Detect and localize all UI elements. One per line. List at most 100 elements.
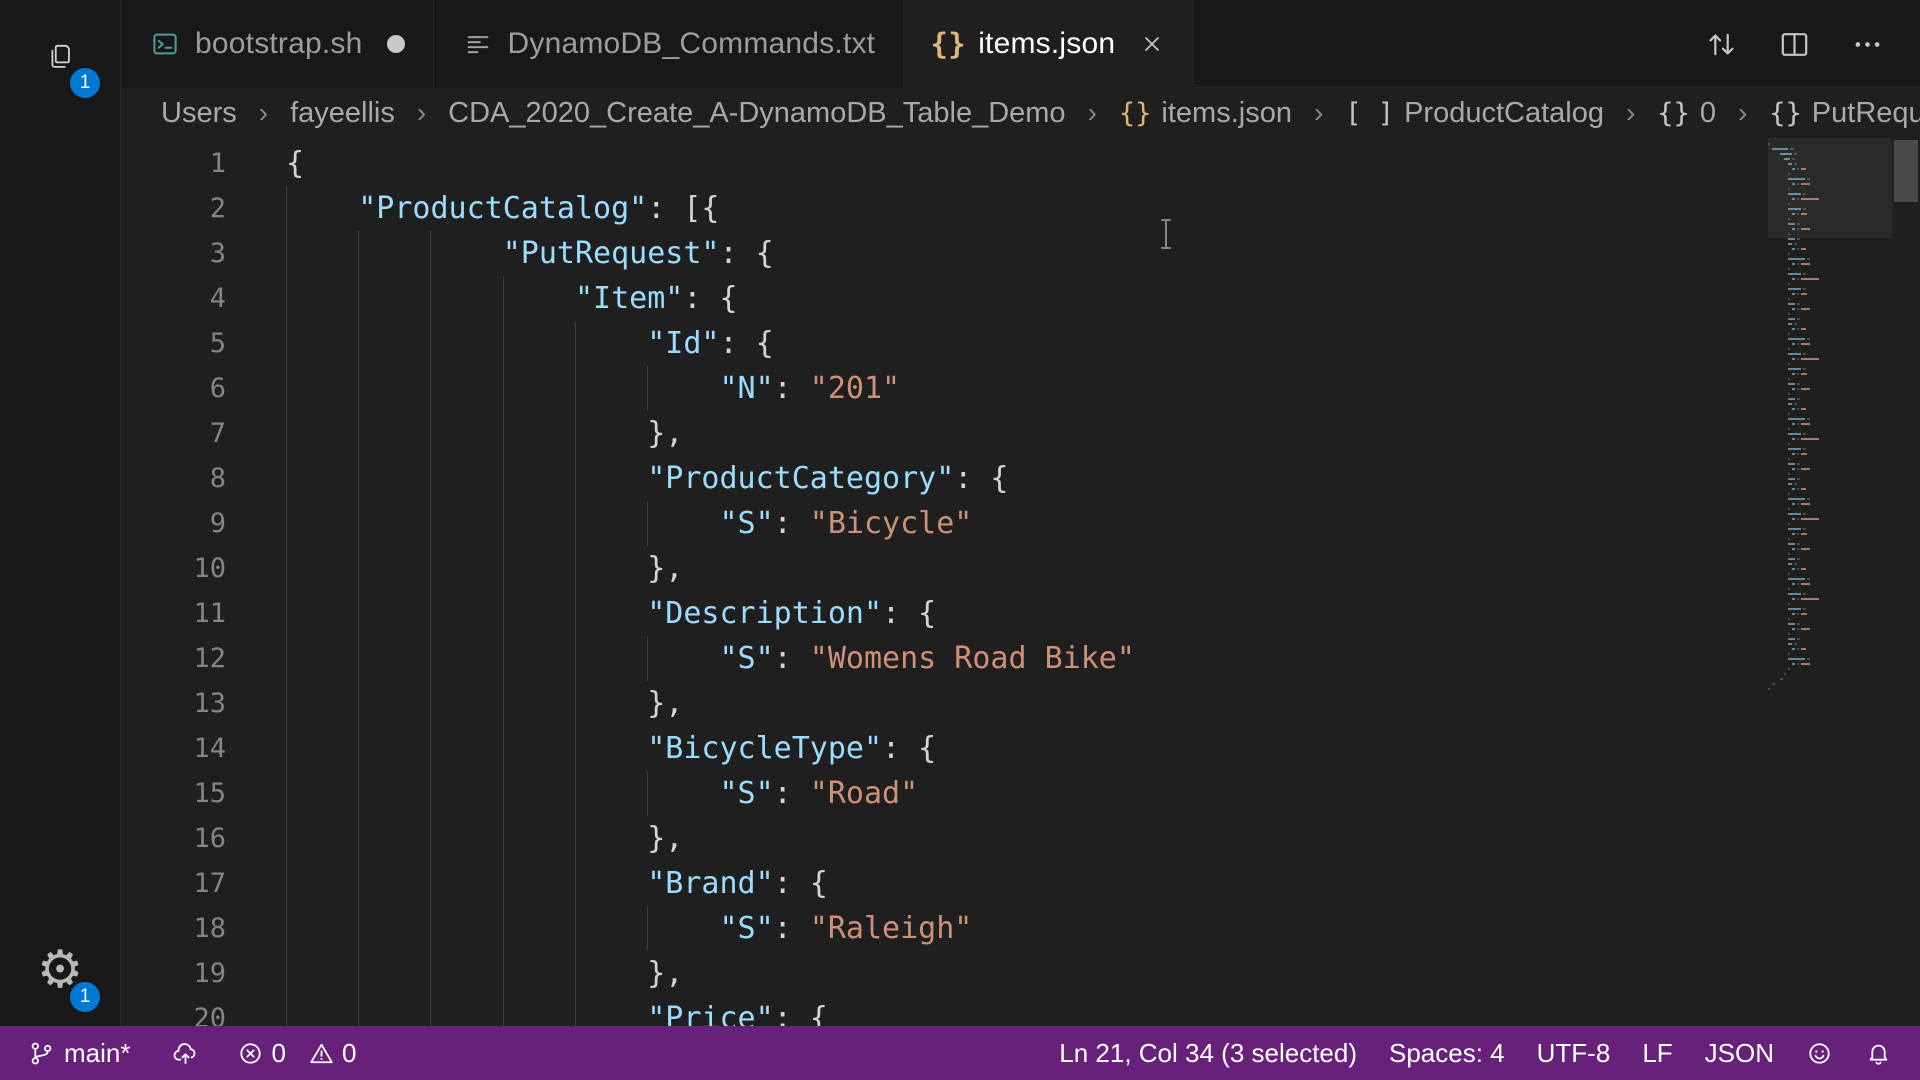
breadcrumb-item-fayeellis[interactable]: fayeellis	[290, 97, 395, 130]
status-right: Ln 21, Col 34 (3 selected) Spaces: 4 UTF…	[1047, 1038, 1904, 1069]
breadcrumb-label: 0	[1700, 97, 1716, 130]
eol-item[interactable]: LF	[1630, 1038, 1684, 1069]
line-number: 2	[121, 186, 286, 231]
editor[interactable]: 1{2"ProductCatalog": [{3"PutRequest": {4…	[121, 138, 1920, 1026]
indentation-item[interactable]: Spaces: 4	[1377, 1038, 1517, 1069]
line-number: 3	[121, 231, 286, 276]
code-line[interactable]: 16},	[121, 816, 1920, 861]
line-number: 5	[121, 321, 286, 366]
eol-label: LF	[1642, 1038, 1672, 1069]
scrollbar-thumb[interactable]	[1894, 140, 1918, 202]
breadcrumb-label: fayeellis	[290, 97, 395, 130]
line-number: 8	[121, 456, 286, 501]
tab-bootstrap.sh[interactable]: bootstrap.sh	[121, 0, 434, 88]
feedback-item[interactable]	[1794, 1040, 1845, 1067]
breadcrumb-separator: ›	[417, 97, 426, 129]
notifications-bell-icon	[1865, 1040, 1892, 1067]
code-line[interactable]: 7},	[121, 411, 1920, 456]
manage-button[interactable]: ⚙ 1	[0, 914, 120, 1026]
breadcrumb-item-CDA_2020_Create_A-DynamoDB_Table_Demo[interactable]: CDA_2020_Create_A-DynamoDB_Table_Demo	[448, 97, 1065, 130]
json-file-icon: {}	[932, 28, 964, 60]
editor-lines: 1{2"ProductCatalog": [{3"PutRequest": {4…	[121, 138, 1920, 1026]
code-line[interactable]: 10},	[121, 546, 1920, 591]
code-line[interactable]: 20"Price": {	[121, 996, 1920, 1026]
activity-bar: 1 ⚙ 1	[0, 0, 121, 1026]
code-line[interactable]: 18"S": "Raleigh"	[121, 906, 1920, 951]
split-editor-button[interactable]	[1778, 28, 1811, 61]
encoding-item[interactable]: UTF-8	[1525, 1038, 1623, 1069]
code-line[interactable]: 1{	[121, 141, 1920, 186]
encoding-label: UTF-8	[1537, 1038, 1611, 1069]
code-line[interactable]: 4"Item": {	[121, 276, 1920, 321]
explorer-badge: 1	[70, 68, 100, 98]
notifications-item[interactable]	[1853, 1040, 1904, 1067]
code-text: "ProductCategory": {	[286, 456, 1008, 501]
open-changes-button[interactable]	[1705, 28, 1738, 61]
language-mode-item[interactable]: JSON	[1693, 1038, 1786, 1069]
code-line[interactable]: 17"Brand": {	[121, 861, 1920, 906]
text-file-icon	[462, 28, 494, 60]
cloud-upload-icon	[172, 1040, 199, 1067]
close-tab-button[interactable]	[1139, 31, 1165, 57]
line-number: 17	[121, 861, 286, 906]
tab-items.json[interactable]: {}items.json	[904, 0, 1194, 88]
tab-label: bootstrap.sh	[195, 27, 363, 61]
git-branch-icon	[28, 1040, 55, 1067]
tab-strip: bootstrap.sh DynamoDB_Commands.txt{}items…	[121, 0, 1194, 88]
feedback-icon	[1806, 1040, 1833, 1067]
array-symbol-icon: [ ]	[1345, 98, 1394, 129]
line-number: 11	[121, 591, 286, 636]
breadcrumb: Users › fayeellis › CDA_2020_Create_A-Dynamo…	[121, 88, 1920, 138]
code-line[interactable]: 15"S": "Road"	[121, 771, 1920, 816]
editor-group: bootstrap.sh DynamoDB_Commands.txt {} items…	[121, 0, 1920, 1026]
problems-item[interactable]: 0 0	[225, 1038, 368, 1069]
line-number: 6	[121, 366, 286, 411]
code-line[interactable]: 5"Id": {	[121, 321, 1920, 366]
modified-dot-icon	[387, 35, 405, 53]
code-line[interactable]: 6"N": "201"	[121, 366, 1920, 411]
minimap-content	[1768, 138, 1892, 690]
breadcrumb-item-Users[interactable]: Users	[161, 97, 237, 130]
code-line[interactable]: 2"ProductCatalog": [{	[121, 186, 1920, 231]
errors-count: 0	[271, 1038, 285, 1069]
line-number: 18	[121, 906, 286, 951]
code-text: "Brand": {	[286, 861, 828, 906]
code-line[interactable]: 12"S": "Womens Road Bike"	[121, 636, 1920, 681]
language-mode-label: JSON	[1705, 1038, 1774, 1069]
cursor-position-item[interactable]: Ln 21, Col 34 (3 selected)	[1047, 1038, 1369, 1069]
code-text: "Description": {	[286, 591, 936, 636]
code-text: "S": "Road"	[286, 771, 918, 816]
code-line[interactable]: 11"Description": {	[121, 591, 1920, 636]
editor-actions	[1705, 0, 1920, 88]
breadcrumb-separator: ›	[1738, 97, 1747, 129]
code-text: },	[286, 546, 683, 591]
code-text: "Price": {	[286, 996, 828, 1026]
code-line[interactable]: 9"S": "Bicycle"	[121, 501, 1920, 546]
publish-changes-item[interactable]	[160, 1040, 211, 1067]
breadcrumb-separator: ›	[1314, 97, 1323, 129]
editor-scrollbar[interactable]	[1892, 138, 1920, 1026]
more-actions-button[interactable]	[1851, 28, 1884, 61]
code-line[interactable]: 8"ProductCategory": {	[121, 456, 1920, 501]
breadcrumb-label: items.json	[1161, 97, 1292, 130]
minimap[interactable]	[1768, 138, 1892, 1026]
code-text: },	[286, 951, 683, 996]
breadcrumb-item-items.json[interactable]: {} items.json	[1119, 97, 1292, 130]
line-number: 10	[121, 546, 286, 591]
code-text: "S": "Raleigh"	[286, 906, 972, 951]
breadcrumb-item-ProductCatalog[interactable]: [ ]ProductCatalog	[1345, 97, 1604, 130]
object-symbol-icon: {}	[1119, 98, 1152, 129]
code-line[interactable]: 14"BicycleType": {	[121, 726, 1920, 771]
code-line[interactable]: 13},	[121, 681, 1920, 726]
code-line[interactable]: 19},	[121, 951, 1920, 996]
git-branch-item[interactable]: main*	[16, 1038, 142, 1069]
breadcrumb-item-0[interactable]: {}0	[1657, 97, 1716, 130]
code-line[interactable]: 3"PutRequest": {	[121, 231, 1920, 276]
tab-DynamoDB_Commands.txt[interactable]: DynamoDB_Commands.txt	[434, 0, 905, 88]
breadcrumb-item-PutRequest[interactable]: {}PutRequest	[1769, 97, 1920, 130]
line-number: 4	[121, 276, 286, 321]
git-branch-label: main*	[64, 1038, 130, 1069]
activity-explorer-button[interactable]: 1	[0, 0, 120, 112]
line-number: 13	[121, 681, 286, 726]
code-text: "Id": {	[286, 321, 774, 366]
